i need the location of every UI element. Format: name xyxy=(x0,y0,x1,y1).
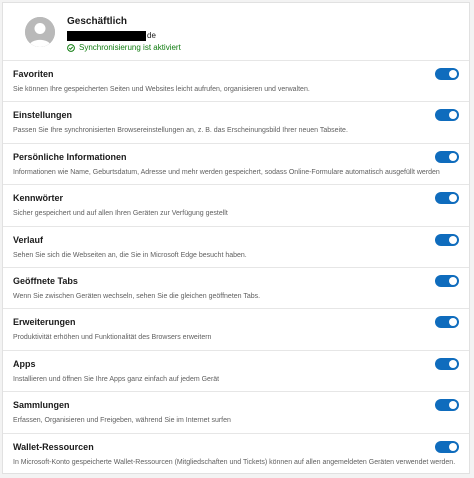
toggle-knob xyxy=(449,152,457,161)
setting-description: In Microsoft-Konto gespeicherte Wallet-R… xyxy=(13,458,456,466)
setting-title: Apps xyxy=(13,358,36,369)
setting-title: Verlauf xyxy=(13,234,44,245)
setting-toggle[interactable] xyxy=(435,68,459,80)
setting-title: Geöffnete Tabs xyxy=(13,275,78,286)
setting-toggle[interactable] xyxy=(435,399,459,412)
setting-title: Kennwörter xyxy=(13,193,64,204)
setting-description: Sicher gespeichert und auf allen Ihren G… xyxy=(13,210,228,218)
toggle-knob xyxy=(449,70,457,78)
account-profile: Geschäftlich de Synchronisierung ist akt… xyxy=(3,3,469,61)
setting-description: Sie können Ihre gespeicherten Seiten und… xyxy=(13,86,310,93)
setting-title: Sammlungen xyxy=(13,400,70,411)
setting-toggle[interactable] xyxy=(435,316,459,329)
setting-description: Sehen Sie sich die Webseiten an, die Sie… xyxy=(13,251,247,259)
check-circle-icon xyxy=(67,43,75,52)
setting-toggle[interactable] xyxy=(435,440,459,453)
sync-status: Synchronisierung ist aktiviert xyxy=(67,43,181,52)
setting-title: Persönliche Informationen xyxy=(13,151,127,162)
setting-toggle[interactable] xyxy=(435,109,459,122)
sync-setting-row: Einstellungen Passen Sie Ihre synchronis… xyxy=(3,102,469,144)
toggle-knob xyxy=(449,111,457,120)
sync-settings-card: Geschäftlich de Synchronisierung ist akt… xyxy=(2,2,470,474)
sync-setting-row: Favoriten Sie können Ihre gespeicherten … xyxy=(3,61,469,103)
setting-description: Erfassen, Organisieren und Freigeben, wä… xyxy=(13,417,231,425)
email-domain: de xyxy=(147,31,156,40)
sync-setting-row: Wallet-Ressourcen In Microsoft-Konto ges… xyxy=(3,434,469,473)
sync-setting-row: Geöffnete Tabs Wenn Sie zwischen Geräten… xyxy=(3,268,469,310)
setting-title: Erweiterungen xyxy=(13,317,76,328)
toggle-knob xyxy=(449,318,457,327)
setting-description: Installieren und öffnen Sie Ihre Apps ga… xyxy=(13,375,220,383)
toggle-knob xyxy=(449,401,457,410)
sync-setting-row: Sammlungen Erfassen, Organisieren und Fr… xyxy=(3,392,469,434)
toggle-knob xyxy=(449,194,457,203)
setting-title: Einstellungen xyxy=(13,110,73,121)
account-name: Geschäftlich xyxy=(67,16,128,27)
toggle-knob xyxy=(449,276,457,285)
redacted-email xyxy=(67,30,146,41)
sync-setting-row: Apps Installieren und öffnen Sie Ihre Ap… xyxy=(3,351,469,393)
sync-settings-list: Favoriten Sie können Ihre gespeicherten … xyxy=(3,61,469,473)
setting-description: Passen Sie Ihre synchronisierten Browser… xyxy=(13,127,348,135)
setting-toggle[interactable] xyxy=(435,357,459,370)
setting-toggle[interactable] xyxy=(435,150,459,163)
sync-setting-row: Verlauf Sehen Sie sich die Webseiten an,… xyxy=(3,227,469,268)
setting-toggle[interactable] xyxy=(435,274,459,287)
setting-title: Favoriten xyxy=(13,69,54,79)
setting-description: Produktivität erhöhen und Funktionalität… xyxy=(13,334,212,342)
account-email: de xyxy=(67,30,156,41)
setting-toggle[interactable] xyxy=(435,233,459,246)
sync-setting-row: Kennwörter Sicher gespeichert und auf al… xyxy=(3,185,469,227)
toggle-knob xyxy=(449,442,457,451)
sync-status-text: Synchronisierung ist aktiviert xyxy=(79,43,181,52)
toggle-knob xyxy=(449,359,457,368)
setting-toggle[interactable] xyxy=(435,192,459,205)
sync-setting-row: Persönliche Informationen Informationen … xyxy=(3,144,469,186)
setting-description: Informationen wie Name, Geburtsdatum, Ad… xyxy=(13,168,440,176)
sync-setting-row: Erweiterungen Produktivität erhöhen und … xyxy=(3,309,469,351)
person-avatar-icon xyxy=(25,17,55,47)
setting-title: Wallet-Ressourcen xyxy=(13,441,94,452)
setting-description: Wenn Sie zwischen Geräten wechseln, sehe… xyxy=(13,292,261,300)
toggle-knob xyxy=(449,235,457,244)
